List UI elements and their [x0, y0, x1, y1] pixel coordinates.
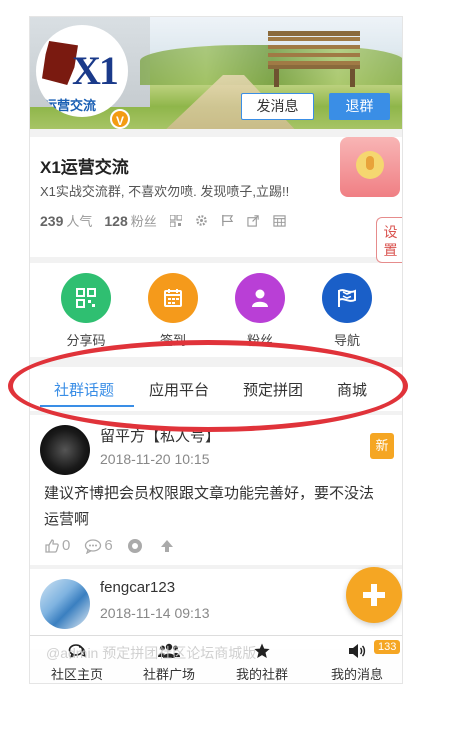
share-icon[interactable]: [247, 214, 261, 228]
qrcode-icon[interactable]: [169, 214, 183, 228]
thumbs-up-icon: [45, 538, 59, 553]
flag-icon[interactable]: [221, 214, 235, 228]
plus-icon: [363, 584, 385, 606]
post-date: 2018-11-20 10:15: [100, 451, 210, 467]
group-description: X1实战交流群, 不喜欢勿喷. 发现喷子,立踢!!: [40, 184, 290, 199]
grid-item-share-code[interactable]: 分享码: [46, 273, 126, 349]
nav-label: 我的社群: [235, 667, 288, 682]
tab-mall[interactable]: 商城: [337, 379, 367, 400]
comment-icon: [85, 538, 102, 554]
like-button[interactable]: 0: [44, 537, 70, 554]
grid-item-checkin[interactable]: 签到: [133, 273, 213, 349]
popularity-value: 239: [40, 212, 64, 229]
fans-value: 128: [104, 212, 128, 229]
active-tab-underline: [40, 405, 134, 407]
gear-icon: [127, 538, 142, 553]
red-packet-icon[interactable]: [340, 137, 400, 197]
group-logo: X1 运营交流: [36, 25, 128, 117]
logo-text: X1: [72, 48, 119, 93]
fans-label: 粉丝: [130, 214, 157, 229]
function-grid: 分享码 签到 粉丝 导航: [30, 263, 402, 357]
grid-item-label: 粉丝: [246, 333, 273, 348]
send-message-button[interactable]: 发消息: [241, 93, 314, 120]
comment-button[interactable]: 6: [84, 537, 113, 554]
bench-leg: [274, 69, 279, 87]
grid-item-label: 分享码: [66, 333, 106, 348]
gear-icon[interactable]: [195, 214, 209, 228]
calendar-icon[interactable]: [273, 214, 287, 228]
post-content[interactable]: 建议齐博把会员权限跟文章功能完善好，要不没法运营啊: [44, 481, 384, 533]
content-tabs: 社群话题 应用平台 预定拼团 商城: [30, 367, 402, 411]
calendar-icon: [148, 273, 198, 323]
tab-group-booking[interactable]: 预定拼团: [243, 379, 303, 400]
avatar[interactable]: [40, 425, 90, 475]
watermark: @admin 预定拼团社区论坛商城版: [46, 645, 257, 661]
tab-community-topics[interactable]: 社群话题: [54, 379, 114, 400]
like-count: 0: [62, 537, 71, 554]
banner-bench: [268, 31, 360, 69]
nav-label: 社群广场: [142, 667, 195, 682]
reward-button[interactable]: [127, 538, 145, 554]
nav-label: 我的消息: [330, 667, 383, 682]
add-post-button[interactable]: [346, 567, 402, 623]
popularity-label: 人气: [66, 214, 93, 229]
settings-tab[interactable]: 设置: [376, 217, 402, 263]
grid-item-navigation[interactable]: 导航: [307, 273, 387, 349]
grid-item-fans[interactable]: 粉丝: [220, 273, 300, 349]
message-count-badge: 133: [374, 640, 401, 654]
microphone-icon: [366, 156, 374, 170]
quit-group-button[interactable]: 退群: [329, 93, 390, 120]
post-date: 2018-11-14 09:13: [100, 605, 210, 621]
post-item[interactable]: 留平方【私人号】 2018-11-20 10:15 新 建议齐博把会员权限跟文章…: [30, 415, 402, 565]
post-author[interactable]: 留平方【私人号】: [100, 425, 220, 446]
group-stats: 239 人气 128 粉丝: [40, 211, 299, 230]
logo-subtitle: 运营交流: [44, 98, 97, 113]
arrow-up-icon: [160, 539, 173, 552]
post-author[interactable]: fengcar123: [100, 579, 175, 596]
post-actions: 0 6: [44, 537, 191, 554]
top-button[interactable]: [159, 538, 177, 554]
avatar[interactable]: [40, 579, 90, 629]
user-icon: [235, 273, 285, 323]
grid-item-label: 导航: [333, 333, 360, 348]
grid-item-label: 签到: [159, 333, 186, 348]
flag-icon: [322, 273, 372, 323]
bench-leg: [350, 69, 355, 87]
group-name: X1运营交流: [40, 158, 129, 177]
group-info-card: X1运营交流 X1实战交流群, 不喜欢勿喷. 发现喷子,立踢!! 239 人气 …: [30, 137, 402, 257]
phone-frame: X1 运营交流 V 发消息 退群 X1运营交流 X1实战交流群, 不喜欢勿喷. …: [29, 16, 403, 684]
comment-count: 6: [104, 537, 113, 554]
vip-badge: V: [110, 109, 130, 129]
new-badge: 新: [370, 433, 394, 459]
nav-label: 社区主页: [50, 667, 103, 682]
tab-app-platform[interactable]: 应用平台: [149, 379, 209, 400]
qrcode-icon: [61, 273, 111, 323]
